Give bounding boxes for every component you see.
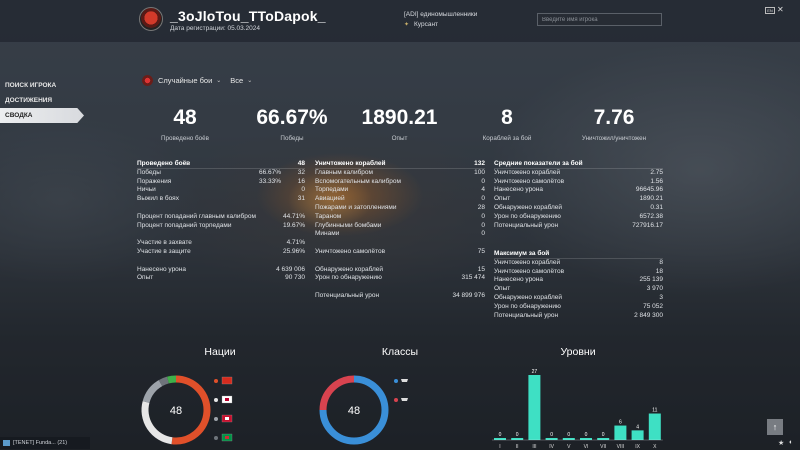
tier-bar <box>614 425 627 440</box>
chat-bar[interactable]: [TENET] Funda... (21) <box>0 437 90 449</box>
flag-emblem <box>225 436 229 439</box>
pie-center-label: 48 <box>170 405 182 417</box>
tier-tick-label: IV <box>549 444 554 450</box>
tier-bar <box>528 375 541 440</box>
legend-dot <box>214 417 218 421</box>
tier-tick-label: VI <box>584 444 589 450</box>
legend-dot <box>214 379 218 383</box>
legend-dot <box>394 379 398 383</box>
pie-center-label: 48 <box>348 405 360 417</box>
chat-preview: [TENET] Funda... (21) <box>13 440 68 446</box>
star-icon[interactable]: ★ <box>778 439 784 447</box>
flag-emblem <box>225 417 229 420</box>
tier-tick-label: I <box>499 444 500 450</box>
tier-bar <box>648 413 661 440</box>
tier-bar-label: 0 <box>602 432 605 438</box>
tier-bar-label: 0 <box>585 432 588 438</box>
pie-slice <box>167 375 177 384</box>
tier-bar-label: 11 <box>652 408 657 414</box>
tier-bar-label: 0 <box>516 432 519 438</box>
scroll-top-button[interactable]: ↑ <box>767 419 783 435</box>
flag-emblem <box>225 379 229 382</box>
legend-dot <box>394 398 398 402</box>
pie-slice <box>142 380 163 404</box>
tier-bar-label: 0 <box>550 432 553 438</box>
charts-canvas: 48 48 0 I 0 II 27 III 0 IV 0 V 0 VI 0 VII 6 VIII 4 IX 11 X <box>141 369 663 450</box>
tier-tick-label: III <box>532 444 536 450</box>
tier-tick-label: VII <box>600 444 606 450</box>
tier-bar-label: 0 <box>499 432 502 438</box>
legend-dot <box>214 398 218 402</box>
tier-tick-label: X <box>653 444 657 450</box>
tier-bar-label: 0 <box>567 432 570 438</box>
pie-slice <box>158 376 169 387</box>
settings-icon[interactable]: ◐ <box>789 439 793 446</box>
legend-dot <box>214 436 218 440</box>
ship-class-icon <box>401 379 408 382</box>
pie-slice <box>141 401 173 445</box>
ship-class-icon <box>401 398 408 401</box>
tier-tick-label: V <box>567 444 571 450</box>
tier-tick-label: IX <box>635 444 640 450</box>
tier-bar-label: 4 <box>636 424 639 430</box>
tier-bar <box>631 430 644 440</box>
tier-tick-label: II <box>516 444 519 450</box>
tier-bar-label: 27 <box>532 369 538 375</box>
chat-icon <box>3 439 10 446</box>
flag-emblem <box>225 398 229 401</box>
tier-tick-label: VIII <box>617 444 625 450</box>
tier-bar-label: 6 <box>619 420 622 426</box>
